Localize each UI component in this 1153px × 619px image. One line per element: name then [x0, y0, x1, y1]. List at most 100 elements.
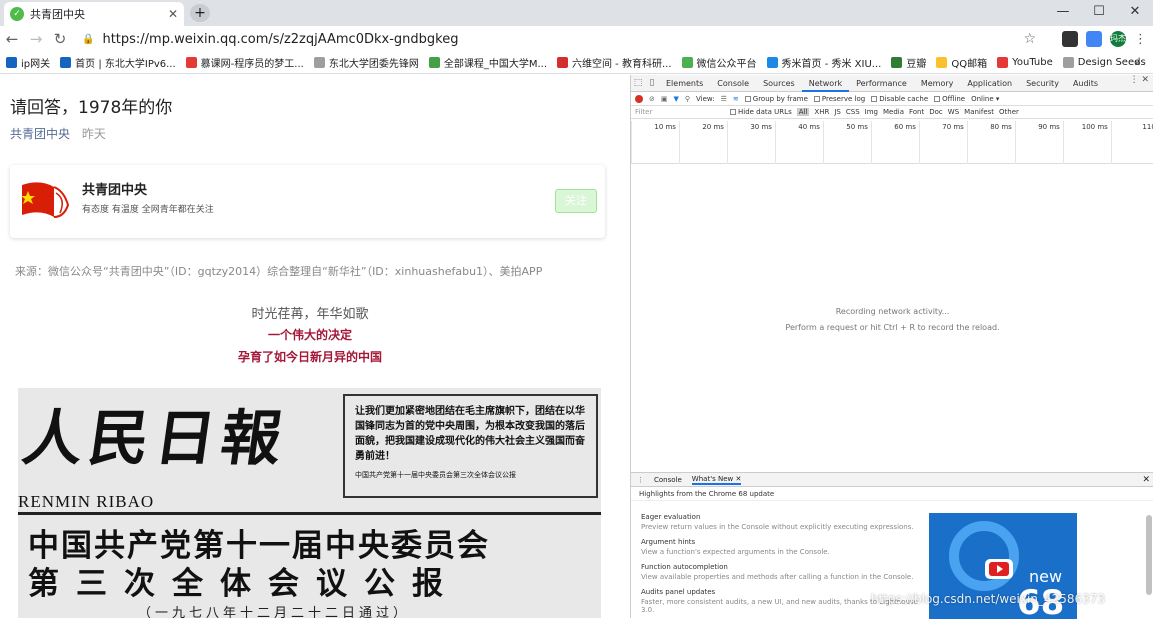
translate-icon[interactable] — [1086, 31, 1102, 47]
reload-icon[interactable]: ↻ — [48, 30, 72, 48]
browser-tab[interactable]: ✓ 共青团中央 ✕ — [4, 2, 184, 26]
filter-icon[interactable]: ▼ — [674, 95, 679, 103]
camera-icon[interactable]: ▣ — [661, 95, 668, 103]
article-author-link[interactable]: 共青团中央 — [10, 127, 70, 141]
new-tab-button[interactable]: + — [190, 4, 210, 22]
bookmark-favicon-icon — [428, 57, 440, 68]
filter-type-img[interactable]: Img — [865, 108, 878, 116]
devtools-tab-sources[interactable]: Sources — [756, 75, 802, 92]
bookmark-label: 秀米首页 - 秀米 XIU... — [781, 59, 882, 70]
bookmark-item[interactable]: 东北大学团委先锋网 — [313, 55, 419, 70]
drawer-tab-whats-new[interactable]: What's New ✕ — [691, 475, 742, 485]
drawer-tab-console[interactable]: Console — [654, 476, 682, 484]
devtools-menu-icons[interactable]: ⋮ ✕ — [1130, 75, 1149, 85]
bookmark-item[interactable]: 豆瓣 — [891, 55, 926, 70]
maximize-icon[interactable]: ☐ — [1081, 0, 1117, 26]
bookmark-label: 全部课程_中国大学M... — [443, 59, 547, 70]
browser-toolbar: ← → ↻ 🔒 https://mp.weixin.qq.com/s/z2zqj… — [0, 26, 1153, 52]
close-icon[interactable]: ✕ — [168, 7, 178, 21]
devtools-tab-memory[interactable]: Memory — [914, 75, 961, 92]
throttle-select[interactable]: Online ▾ — [971, 95, 999, 103]
address-bar[interactable]: 🔒 https://mp.weixin.qq.com/s/z2zqjAAmc0D… — [82, 29, 1042, 49]
minimize-icon[interactable]: — — [1045, 0, 1081, 26]
devtools-tab-security[interactable]: Security — [1019, 75, 1066, 92]
bookmark-item[interactable]: ip网关 — [6, 55, 50, 70]
search-icon[interactable]: ⚲ — [685, 95, 690, 103]
list-view-icon[interactable]: ☰ — [721, 95, 727, 103]
url-text[interactable]: https://mp.weixin.qq.com/s/z2zqjAAmc0Dkx… — [102, 32, 458, 47]
bookmark-item[interactable]: 全部课程_中国大学M... — [428, 55, 547, 70]
profile-avatar[interactable]: 玛杰 — [1110, 31, 1126, 47]
offline-checkbox[interactable]: Offline — [934, 95, 965, 103]
filter-type-css[interactable]: CSS — [846, 108, 860, 116]
bookmark-star-icon[interactable]: ☆ — [1023, 31, 1036, 47]
network-timeline: 10 ms 20 ms 30 ms 40 ms 50 ms 60 ms 70 ms 80 ms… — [631, 119, 1153, 164]
bookmark-favicon-icon — [766, 57, 778, 68]
bookmark-item[interactable]: 慕课网-程序员的梦工... — [185, 55, 304, 70]
browser-tab-strip: ✓ 共青团中央 ✕ + — ☐ ✕ — [0, 0, 1153, 26]
bookmark-item[interactable]: QQ邮箱 — [936, 55, 987, 70]
window-controls: — ☐ ✕ — [1045, 0, 1153, 26]
close-window-icon[interactable]: ✕ — [1117, 0, 1153, 26]
devtools-tab-application[interactable]: Application — [960, 75, 1019, 92]
waterfall-view-icon[interactable]: ≋ — [733, 95, 739, 103]
devtools-tab-network[interactable]: Network — [801, 75, 850, 92]
bookmark-favicon-icon — [185, 57, 197, 68]
clear-icon[interactable]: ⊘ — [649, 95, 655, 103]
network-filter-bar: Filter Hide data URLs All XHR JS CSS Img Medi… — [631, 106, 1153, 119]
timeline-tick: 50 ms — [822, 121, 871, 164]
inspect-icon[interactable]: ⬚ — [631, 78, 645, 88]
whats-new-feature[interactable]: Function autocompletion View available pr… — [641, 563, 931, 581]
drawer-scrollbar[interactable] — [1146, 515, 1152, 595]
bookmark-item[interactable]: Design Seeds — [1062, 57, 1146, 68]
devtools-tab-elements[interactable]: Elements — [659, 75, 710, 92]
disable-cache-checkbox[interactable]: Disable cache — [871, 95, 928, 103]
timeline-tick-label: 20 ms — [702, 123, 724, 131]
group-by-frame-checkbox[interactable]: Group by frame — [744, 95, 808, 103]
bookmark-label: QQ邮箱 — [951, 59, 988, 70]
newspaper-date-line: （一九七八年十二月二十二日通过） — [138, 606, 411, 618]
filter-type-ws[interactable]: WS — [948, 108, 959, 116]
device-toggle-icon[interactable]: ▯ — [645, 78, 659, 88]
newspaper-headline-2: 第三次全体会议公报 — [28, 566, 460, 602]
drawer-menu-icon[interactable]: ⋮ — [637, 476, 644, 484]
devtools-tab-console[interactable]: Console — [710, 75, 756, 92]
devtools-tab-audits[interactable]: Audits — [1066, 75, 1105, 92]
bookmark-item[interactable]: 六维空间 - 教育科研... — [557, 55, 672, 70]
filter-type-xhr[interactable]: XHR — [814, 108, 829, 116]
forward-icon[interactable]: → — [24, 30, 48, 48]
menu-icon[interactable]: ⋮ — [1134, 32, 1147, 47]
devtools-tab-performance[interactable]: Performance — [849, 75, 914, 92]
close-drawer-icon[interactable]: ✕ — [1142, 475, 1150, 485]
filter-type-manifest[interactable]: Manifest — [964, 108, 994, 116]
bookmark-item[interactable]: YouTube — [997, 57, 1053, 68]
extension-icon[interactable] — [1062, 31, 1078, 47]
play-video-icon[interactable] — [985, 559, 1013, 579]
recording-message: Recording network activity... — [835, 307, 950, 316]
timeline-tick-label: 70 ms — [942, 123, 964, 131]
more-bookmarks-icon[interactable]: » — [1134, 56, 1141, 69]
timeline-tick-label: 40 ms — [798, 123, 820, 131]
recording-hint: Perform a request or hit Ctrl + R to rec… — [785, 323, 1000, 332]
bookmark-item[interactable]: 首页 | 东北大学IPv6... — [60, 55, 176, 70]
filter-type-all[interactable]: All — [796, 108, 810, 116]
hide-data-urls-checkbox[interactable]: Hide data URLs — [730, 108, 792, 116]
filter-input[interactable]: Filter — [635, 108, 725, 116]
filter-type-media[interactable]: Media — [883, 108, 904, 116]
record-icon[interactable] — [635, 94, 643, 103]
preserve-log-checkbox[interactable]: Preserve log — [813, 95, 865, 103]
follow-button[interactable]: 关注 — [555, 189, 597, 213]
filter-type-other[interactable]: Other — [999, 108, 1019, 116]
whats-new-feature[interactable]: Argument hints View a function's expected… — [641, 538, 931, 556]
filter-type-js[interactable]: JS — [834, 108, 841, 116]
bookmark-item[interactable]: 微信公众平台 — [681, 55, 757, 70]
filter-type-font[interactable]: Font — [909, 108, 924, 116]
account-card[interactable]: 共青团中央 有态度 有温度 全网青年都在关注 关注 — [10, 165, 605, 238]
filter-type-doc[interactable]: Doc — [929, 108, 943, 116]
back-icon[interactable]: ← — [0, 30, 24, 48]
timeline-tick-label: 90 ms — [1038, 123, 1060, 131]
newspaper-slogan: 让我们更加紧密地团结在毛主席旗帜下，团结在以华国锋同志为首的党中央周围，为根本改… — [355, 406, 585, 462]
bookmark-item[interactable]: 秀米首页 - 秀米 XIU... — [766, 55, 882, 70]
newspaper-slogan-box: 让我们更加紧密地团结在毛主席旗帜下，团结在以华国锋同志为首的党中央周围，为根本改… — [343, 394, 598, 498]
whats-new-feature[interactable]: Eager evaluation Preview return values in… — [641, 513, 931, 531]
